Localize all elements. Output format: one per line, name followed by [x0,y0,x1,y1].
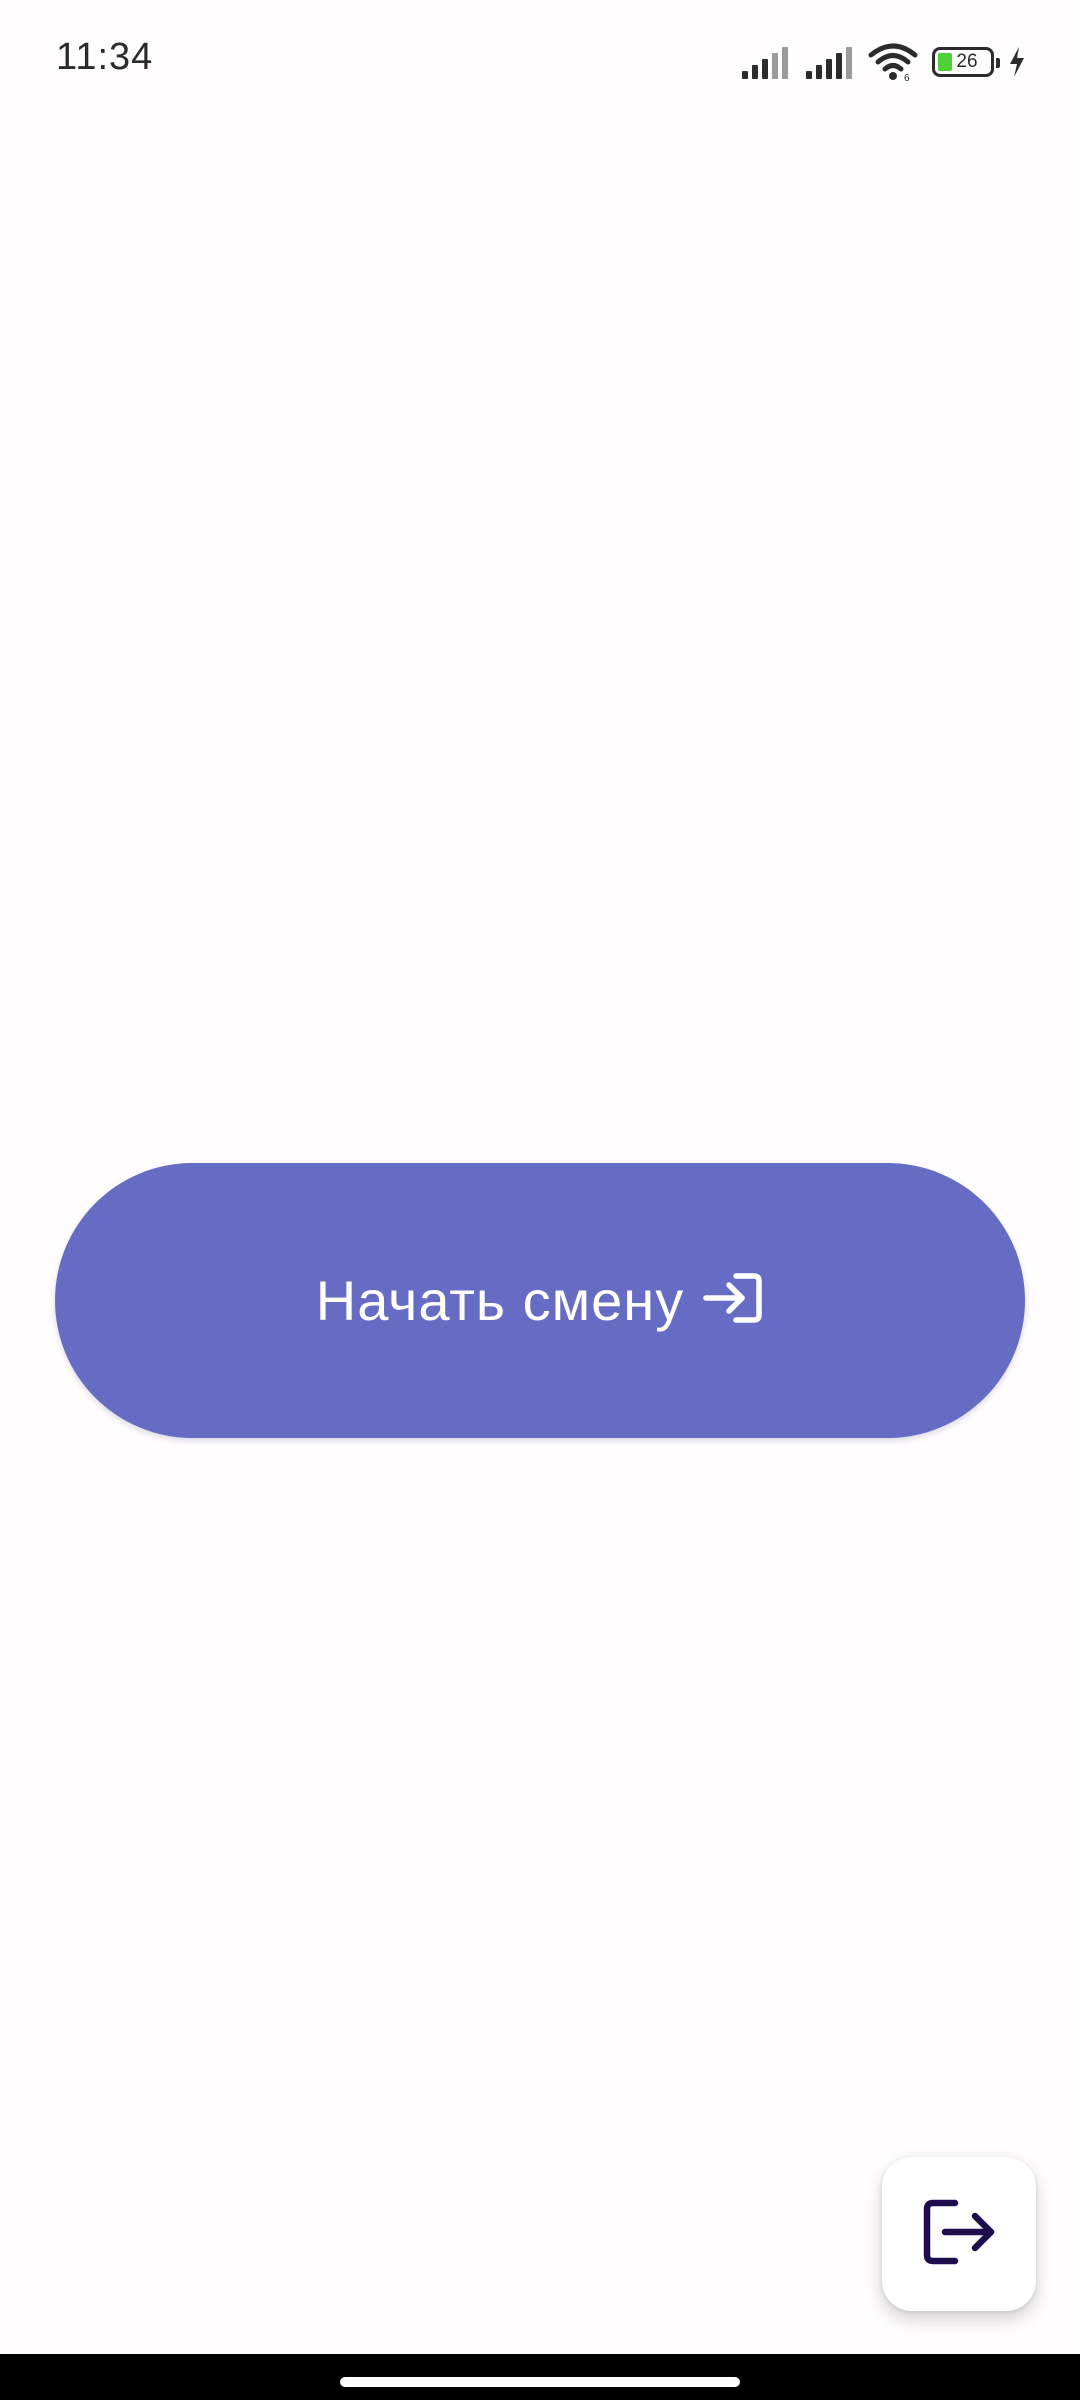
charging-icon [1008,46,1026,78]
battery-icon: 26 [932,47,1000,77]
logout-button[interactable] [882,2157,1036,2311]
logout-icon [921,2199,997,2270]
system-nav-bar [0,2354,1080,2400]
status-time: 11:34 [56,36,154,78]
status-bar: 11:34 6 26 [0,0,1080,120]
status-icons: 6 26 [740,38,1026,86]
start-shift-button[interactable]: Начать смену [55,1163,1025,1438]
wifi-icon: 6 [868,43,918,81]
svg-text:6: 6 [904,73,910,81]
start-shift-button-label: Начать смену [315,1269,685,1332]
signal-icon [804,45,854,79]
signal-icon [740,45,790,79]
app-screen: 11:34 6 26 Начать смену [0,0,1080,2400]
login-icon [702,1271,764,1330]
battery-level: 26 [956,51,978,72]
home-indicator[interactable] [340,2377,740,2387]
